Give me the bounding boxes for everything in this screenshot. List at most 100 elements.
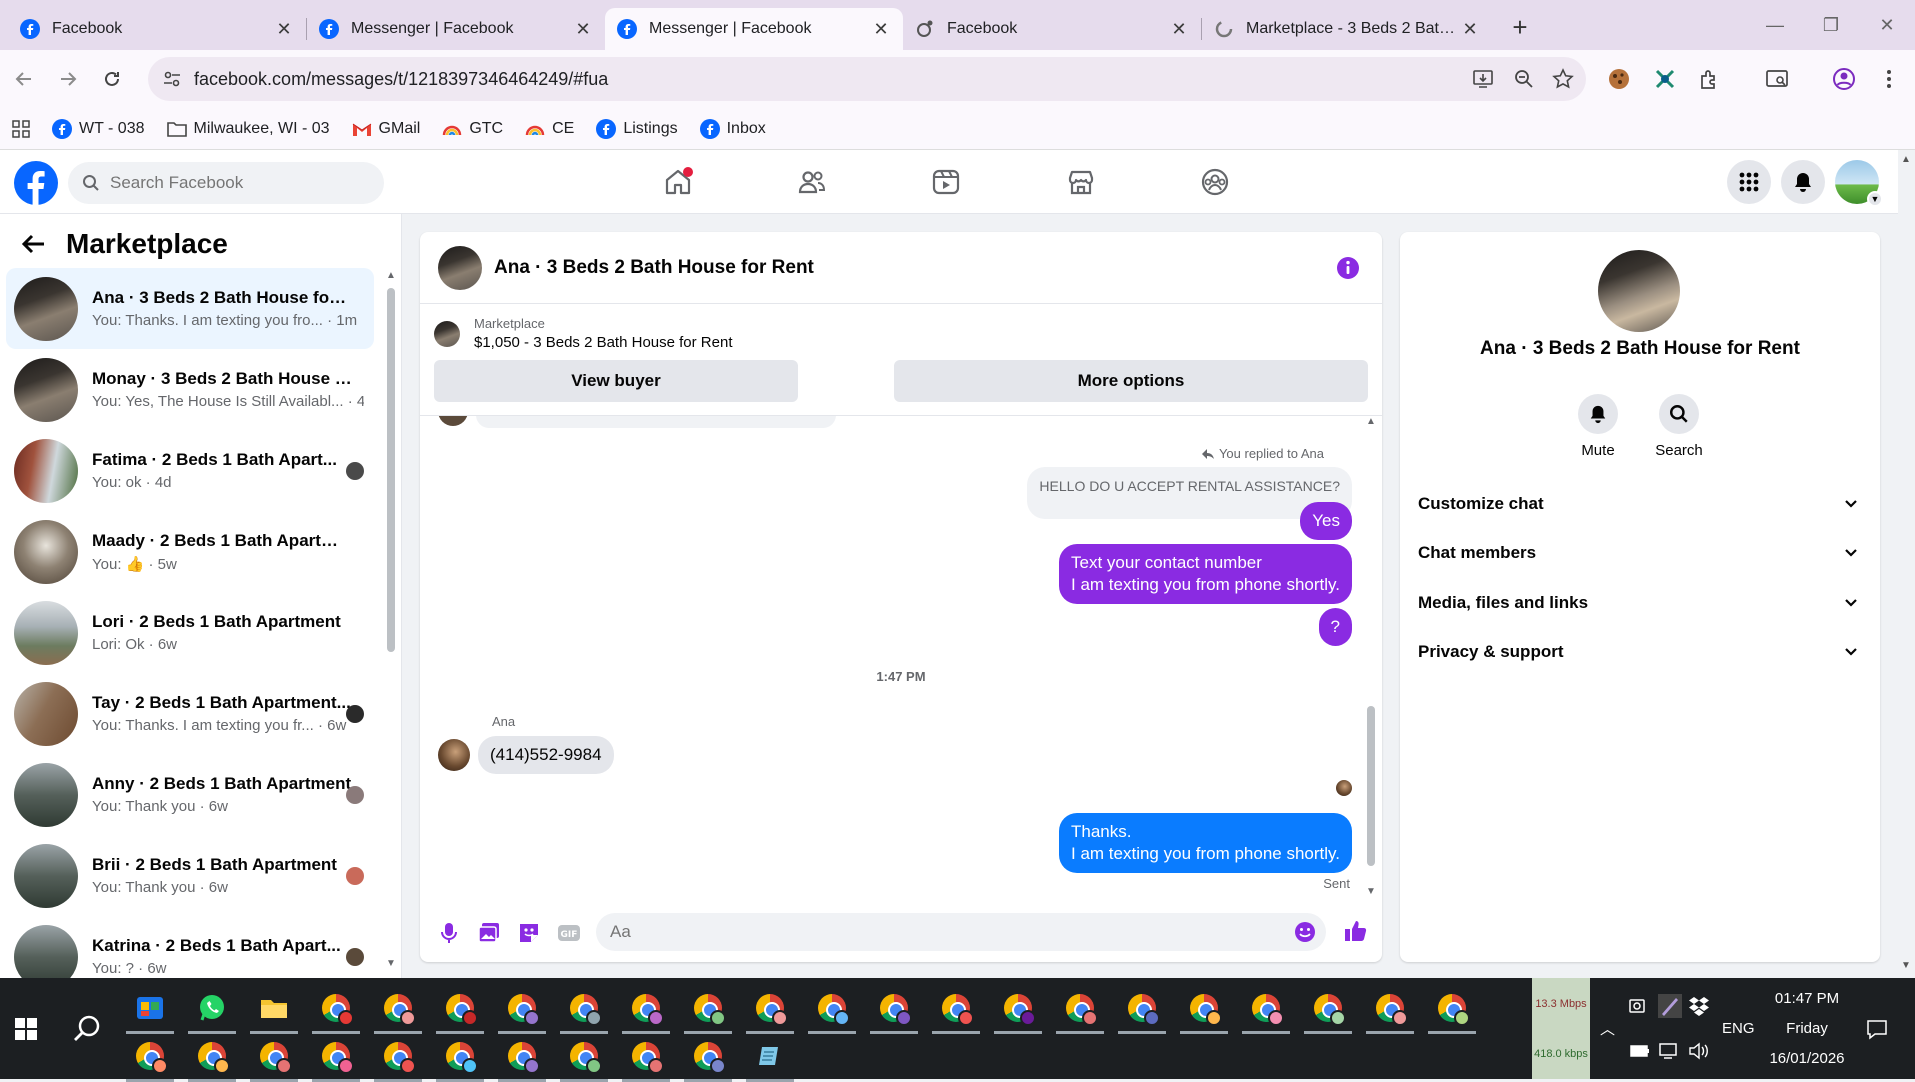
close-tab-icon[interactable]: ✕ bbox=[1169, 19, 1189, 39]
nav-gaming[interactable] bbox=[1155, 150, 1275, 214]
chrome-profile-icon[interactable] bbox=[560, 990, 608, 1034]
browser-tab-active[interactable]: Messenger | Facebook ✕ bbox=[605, 8, 903, 50]
nav-marketplace[interactable] bbox=[1021, 150, 1141, 214]
chrome-profile-icon[interactable] bbox=[1366, 990, 1414, 1034]
dropbox-icon[interactable] bbox=[1688, 996, 1710, 1016]
mute-button[interactable]: Mute bbox=[1563, 394, 1633, 459]
browser-tab[interactable]: Facebook ✕ bbox=[8, 8, 306, 50]
chrome-profile-icon[interactable] bbox=[1304, 990, 1352, 1034]
search-input[interactable] bbox=[110, 173, 350, 193]
chrome-profile-icon[interactable] bbox=[808, 990, 856, 1034]
tab-search-icon[interactable] bbox=[1760, 62, 1794, 96]
notification-center-icon[interactable] bbox=[1866, 1018, 1888, 1040]
chrome-profile-icon[interactable] bbox=[436, 1038, 484, 1082]
site-info-icon[interactable] bbox=[162, 69, 182, 89]
message-bubble-outgoing[interactable]: Yes bbox=[1300, 502, 1352, 540]
chat-title[interactable]: Ana · 3 Beds 2 Bath House for Rent bbox=[494, 257, 814, 279]
chrome-profile-icon[interactable] bbox=[374, 990, 422, 1034]
message-bubble-incoming[interactable]: (414)552-9984 bbox=[478, 736, 614, 774]
search-in-chat-button[interactable]: Search bbox=[1644, 394, 1714, 459]
chrome-profile-icon[interactable] bbox=[684, 1038, 732, 1082]
clock-day[interactable]: Friday bbox=[1774, 1020, 1840, 1037]
clock-time[interactable]: 01:47 PM bbox=[1774, 990, 1840, 1007]
bookmark-wt-038[interactable]: WT - 038 bbox=[52, 118, 145, 139]
conversation-item[interactable]: Maady · 2 Beds 1 Bath Apartme... You: 👍 ·… bbox=[6, 511, 374, 592]
menu-button[interactable] bbox=[1727, 160, 1771, 204]
chrome-profile-icon[interactable] bbox=[994, 990, 1042, 1034]
browser-tab[interactable]: Facebook ✕ bbox=[903, 8, 1201, 50]
bookmark-listings[interactable]: Listings bbox=[596, 118, 678, 139]
browser-tab[interactable]: Messenger | Facebook ✕ bbox=[307, 8, 605, 50]
conversation-item[interactable]: Katrina · 2 Beds 1 Bath Apart... You: ? ·… bbox=[6, 916, 374, 978]
sidebar-scrollbar[interactable]: ▲ ▼ bbox=[384, 270, 396, 970]
chrome-profile-icon[interactable] bbox=[1242, 990, 1290, 1034]
pen-icon[interactable] bbox=[1658, 994, 1682, 1018]
privacy-support-section[interactable]: Privacy & support bbox=[1418, 632, 1858, 672]
nav-friends[interactable] bbox=[752, 150, 872, 214]
whatsapp-icon[interactable] bbox=[188, 990, 236, 1034]
chrome-profile-icon[interactable] bbox=[1118, 990, 1166, 1034]
chat-avatar[interactable] bbox=[438, 245, 482, 290]
gif-icon[interactable]: GIF bbox=[556, 920, 582, 946]
show-hidden-icons[interactable]: ︿ bbox=[1600, 1018, 1615, 1039]
conversation-item[interactable]: Anny · 2 Beds 1 Bath Apartment You: Thank… bbox=[6, 754, 374, 835]
star-bookmark-icon[interactable] bbox=[1552, 68, 1574, 90]
puzzle-colored-extension-icon[interactable] bbox=[1648, 62, 1682, 96]
emoji-icon[interactable] bbox=[1294, 921, 1316, 943]
arrow-left-icon[interactable] bbox=[20, 230, 48, 258]
windows-start-icon[interactable] bbox=[15, 1018, 37, 1040]
scrollbar-thumb[interactable] bbox=[1367, 706, 1375, 866]
volume-icon[interactable] bbox=[1688, 1042, 1710, 1060]
file-explorer-icon[interactable] bbox=[250, 990, 298, 1034]
conversation-item[interactable]: Brii · 2 Beds 1 Bath Apartment You: Thank… bbox=[6, 835, 374, 916]
chat-avatar-large[interactable] bbox=[1598, 250, 1680, 332]
chrome-profile-icon[interactable] bbox=[932, 990, 980, 1034]
new-tab-button[interactable]: + bbox=[1502, 10, 1538, 46]
listing-summary[interactable]: Marketplace $1,050 - 3 Beds 2 Bath House… bbox=[434, 316, 733, 351]
bookmark-milwaukee[interactable]: Milwaukee, WI - 03 bbox=[166, 119, 330, 139]
search-icon[interactable] bbox=[72, 1014, 102, 1044]
facebook-search[interactable] bbox=[68, 162, 384, 204]
close-tab-icon[interactable]: ✕ bbox=[573, 19, 593, 39]
thumbs-up-icon[interactable] bbox=[1342, 918, 1368, 944]
chrome-profile-icon[interactable] bbox=[498, 990, 546, 1034]
chrome-profile-icon[interactable] bbox=[1180, 990, 1228, 1034]
chrome-profile-icon[interactable] bbox=[622, 990, 670, 1034]
message-input-box[interactable] bbox=[596, 913, 1326, 951]
extensions-icon[interactable] bbox=[1692, 62, 1726, 96]
bookmark-inbox[interactable]: Inbox bbox=[699, 118, 766, 139]
facebook-logo-icon[interactable] bbox=[14, 161, 58, 205]
conversation-item[interactable]: Ana · 3 Beds 2 Bath House for R... You: T… bbox=[6, 268, 374, 349]
reload-button[interactable] bbox=[90, 57, 134, 101]
notifications-button[interactable] bbox=[1781, 160, 1825, 204]
photo-icon[interactable] bbox=[476, 920, 502, 946]
close-tab-icon[interactable]: ✕ bbox=[274, 19, 294, 39]
scroll-up-icon[interactable]: ▲ bbox=[1901, 154, 1911, 165]
conversation-item[interactable]: Monay · 3 Beds 2 Bath House fo... You: Ye… bbox=[6, 349, 374, 430]
chrome-profile-icon[interactable] bbox=[126, 1038, 174, 1082]
browser-menu-icon[interactable] bbox=[1872, 62, 1906, 96]
nav-home[interactable] bbox=[618, 150, 738, 214]
media-files-links-section[interactable]: Media, files and links bbox=[1418, 583, 1858, 623]
profile-icon[interactable] bbox=[1827, 62, 1861, 96]
chrome-profile-icon[interactable] bbox=[622, 1038, 670, 1082]
meet-now-icon[interactable] bbox=[1628, 996, 1648, 1016]
bookmark-ce[interactable]: CE bbox=[525, 119, 574, 139]
chrome-profile-icon[interactable] bbox=[684, 990, 732, 1034]
scrollbar-thumb[interactable] bbox=[387, 288, 395, 652]
restore-button[interactable]: ❐ bbox=[1803, 0, 1859, 50]
chrome-profile-icon[interactable] bbox=[374, 1038, 422, 1082]
scroll-up-icon[interactable]: ▲ bbox=[1366, 416, 1376, 427]
chat-members-section[interactable]: Chat members bbox=[1418, 533, 1858, 573]
input-language[interactable]: ENG bbox=[1722, 1020, 1755, 1037]
customize-chat-section[interactable]: Customize chat bbox=[1418, 484, 1858, 524]
chrome-profile-icon[interactable] bbox=[560, 1038, 608, 1082]
chrome-profile-icon[interactable] bbox=[250, 1038, 298, 1082]
info-icon[interactable] bbox=[1336, 256, 1360, 280]
chrome-profile-icon[interactable] bbox=[746, 990, 794, 1034]
microphone-icon[interactable] bbox=[436, 920, 462, 946]
scroll-up-icon[interactable]: ▲ bbox=[386, 270, 396, 281]
close-window-button[interactable]: ✕ bbox=[1859, 0, 1915, 50]
minimize-button[interactable]: — bbox=[1747, 0, 1803, 50]
bookmark-gtc[interactable]: GTC bbox=[442, 119, 503, 139]
